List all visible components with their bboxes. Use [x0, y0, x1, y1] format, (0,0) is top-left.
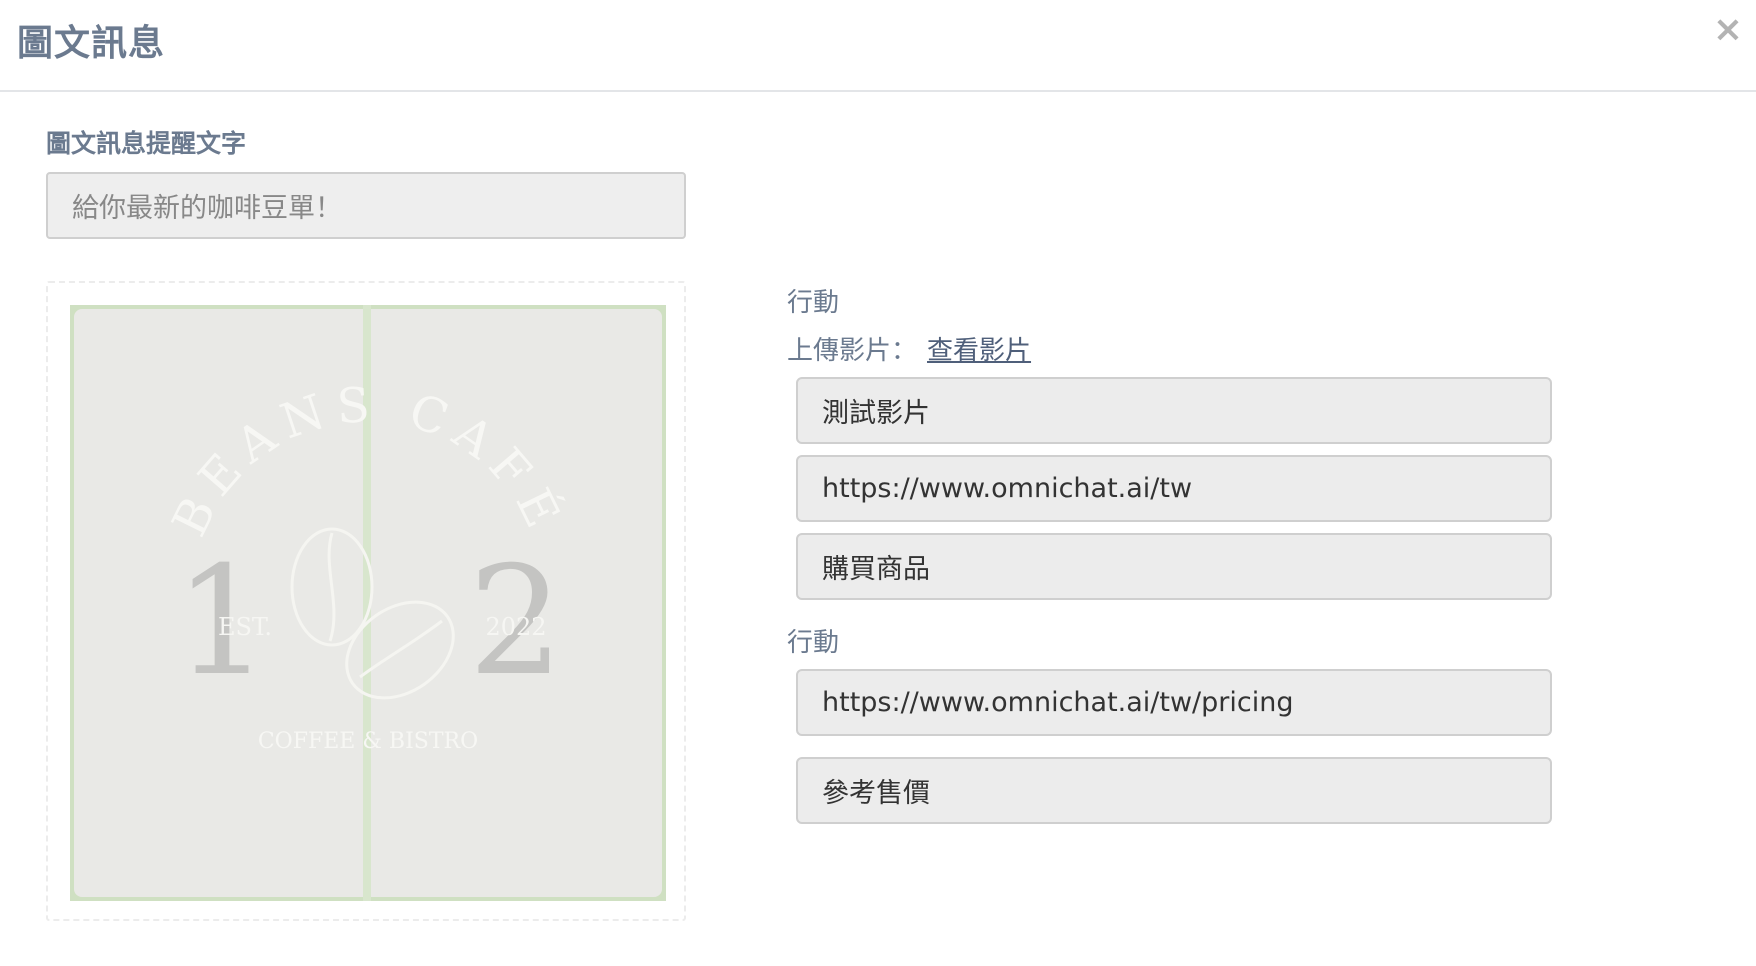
- action-1-label: 行動: [787, 288, 840, 318]
- view-video-link[interactable]: 查看影片: [927, 336, 1031, 366]
- action-1-url-input[interactable]: [796, 455, 1552, 522]
- modal-title: 圖文訊息: [17, 23, 166, 64]
- video-title-input[interactable]: [796, 377, 1552, 444]
- logo-arc-text: BEANS CAFÉ: [161, 377, 565, 545]
- action-2-url-input[interactable]: [796, 669, 1552, 736]
- close-icon[interactable]: ×: [1708, 10, 1748, 50]
- action-2-button-text-input[interactable]: [796, 757, 1552, 824]
- alt-text-input[interactable]: [46, 172, 686, 239]
- upload-video-row: 上傳影片： 查看影片: [787, 330, 1031, 367]
- imagemap-image: BEANS CAFÉ 1 2 EST. 2022 COFFEE & BISTRO: [70, 305, 666, 901]
- image-upload-area[interactable]: BEANS CAFÉ 1 2 EST. 2022 COFFEE & BISTRO: [46, 281, 686, 921]
- action-2-label: 行動: [787, 628, 840, 658]
- action-1-button-text-input[interactable]: [796, 533, 1552, 600]
- cafe-logo: BEANS CAFÉ 1 2 EST. 2022 COFFEE & BISTRO: [161, 377, 575, 754]
- logo-year: 2022: [485, 613, 546, 641]
- logo-tagline: COFFEE & BISTRO: [258, 729, 478, 754]
- logo-est: EST.: [218, 613, 272, 641]
- upload-video-label: 上傳影片：: [787, 336, 918, 366]
- alt-text-label: 圖文訊息提醒文字: [46, 129, 247, 158]
- modal-header: 圖文訊息 ×: [0, 0, 1756, 92]
- svg-text:BEANS CAFÉ: BEANS CAFÉ: [161, 377, 575, 545]
